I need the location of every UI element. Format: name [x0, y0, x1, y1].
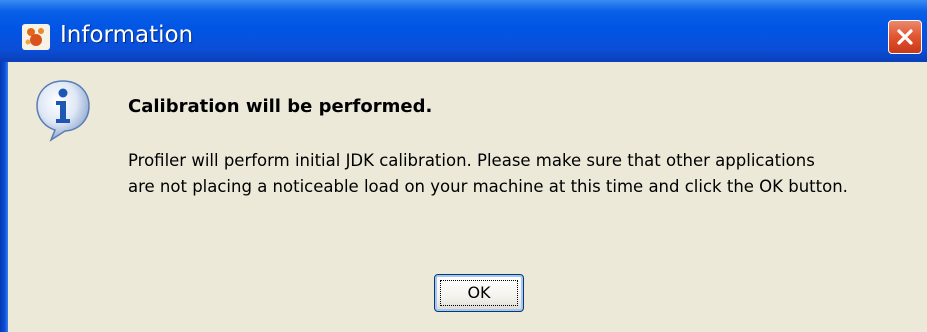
message-line: Profiler will perform initial JDK calibr…: [128, 151, 815, 170]
dialog-title: Information: [60, 22, 194, 48]
dialog-heading: Calibration will be performed.: [128, 96, 433, 117]
app-icon: [22, 24, 50, 50]
close-button[interactable]: [888, 20, 922, 54]
information-icon: [33, 78, 93, 142]
message-line: are not placing a noticeable load on you…: [128, 177, 848, 196]
close-icon: [897, 29, 913, 45]
information-dialog: Information Calibration will be performe…: [0, 0, 927, 332]
ok-button[interactable]: OK: [434, 274, 524, 312]
dialog-message: Profiler will perform initial JDK calibr…: [128, 148, 918, 200]
window-border: [0, 62, 8, 332]
ok-button-label: OK: [467, 283, 491, 302]
title-bar[interactable]: Information: [0, 0, 927, 62]
